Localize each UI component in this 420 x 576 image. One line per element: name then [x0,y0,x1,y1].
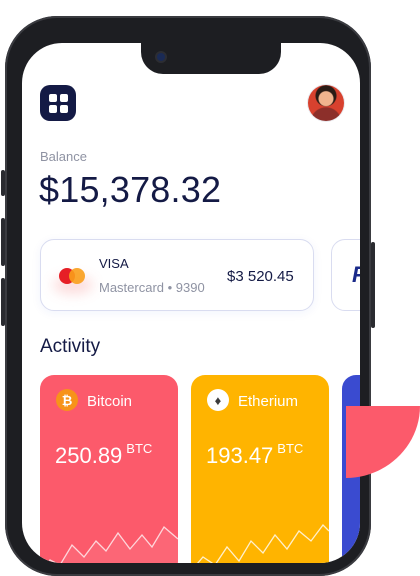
card-amount: $3 520.45 [227,268,294,285]
payment-card-secondary[interactable]: P [331,239,360,311]
ethereum-icon: ♦ [207,389,229,411]
sparkline-chart [47,526,178,563]
decorative-shape [346,406,420,478]
asset-tile-bitcoin[interactable]: ₿ Bitcoin 250.89 BTC [40,375,178,563]
phone-volume-down [1,278,5,326]
app-screen: Balance $15,378.32 VISA Mastercard • 939… [22,43,360,563]
activity-title: Activity [40,336,101,357]
phone-volume-up [1,218,5,266]
card-name: VISA [99,256,129,271]
mastercard-icon [59,268,87,284]
asset-unit: BTC [126,441,153,456]
sparkline-chart [197,524,329,563]
grid-menu-button[interactable] [40,85,76,121]
card-number: Mastercard • 9390 [99,280,205,295]
sparkline [197,524,329,563]
phone-notch [141,43,281,74]
grid-icon-cell [59,104,68,113]
grid-icon-cell [59,93,68,102]
asset-tile-etherium[interactable]: ♦ Etherium 193.47 BTC [191,375,329,563]
bitcoin-icon: ₿ [56,389,78,411]
payment-card[interactable]: VISA Mastercard • 9390 $3 520.45 [40,239,314,311]
grid-icon-cell [48,104,57,113]
paypal-icon: P [352,262,360,288]
asset-name: Etherium [238,393,299,410]
asset-amount: 193.47 [206,443,274,468]
phone-frame: Balance $15,378.32 VISA Mastercard • 939… [1,16,375,576]
asset-value: 250.89 BTC [55,441,153,469]
sparkline-area [48,527,178,563]
avatar[interactable] [308,85,344,121]
asset-name: Bitcoin [87,393,133,410]
balance-amount: $15,378.32 [39,169,222,210]
asset-amount: 250.89 [55,443,123,468]
phone-power-button [371,242,375,328]
asset-unit: BTC [277,441,304,456]
grid-icon-cell [48,93,57,102]
asset-value: 193.47 BTC [206,441,304,469]
balance-label: Balance [40,149,87,164]
camera-icon [157,53,165,61]
phone-side-button [1,170,5,196]
